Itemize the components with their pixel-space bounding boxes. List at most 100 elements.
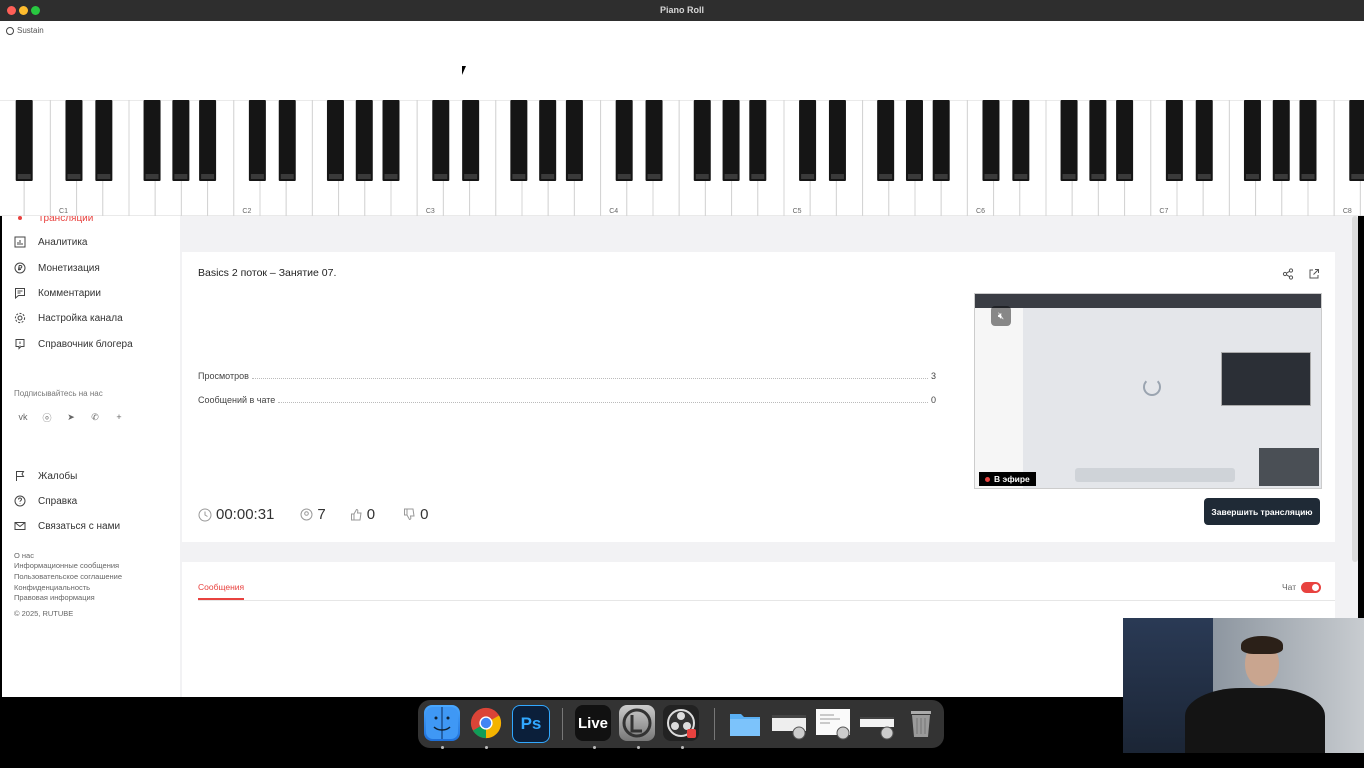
black-key[interactable] — [1195, 100, 1213, 181]
black-key[interactable] — [1060, 100, 1078, 181]
black-key[interactable] — [645, 100, 663, 181]
window-thumb-icon[interactable] — [815, 705, 851, 741]
octave-label: C4 — [609, 208, 618, 215]
black-key[interactable] — [982, 100, 1000, 181]
black-key-shade — [464, 174, 478, 179]
viber-icon[interactable]: ✆ — [88, 410, 102, 424]
black-key[interactable] — [615, 100, 633, 181]
black-key-shade — [17, 174, 31, 179]
piano-keyboard[interactable]: C1 C2 C3 C4 C5 C6 C7 C8 — [0, 100, 1364, 216]
black-key-shade — [280, 174, 294, 179]
black-key[interactable] — [326, 100, 344, 181]
black-key[interactable] — [15, 100, 33, 181]
black-key[interactable] — [1165, 100, 1183, 181]
loading-spinner-icon — [1143, 378, 1161, 396]
dislike-icon[interactable] — [403, 508, 416, 521]
black-key[interactable] — [510, 100, 528, 181]
chat-toggle[interactable] — [1301, 582, 1321, 593]
footer-link-legal[interactable]: Правовая информация — [14, 593, 95, 602]
finder-icon[interactable] — [424, 705, 460, 741]
footer-link-info[interactable]: Информационные сообщения — [14, 561, 119, 570]
window-thumb-icon[interactable] — [771, 705, 807, 741]
black-key[interactable] — [539, 100, 557, 181]
black-key[interactable] — [1272, 100, 1290, 181]
black-key[interactable] — [382, 100, 400, 181]
black-key[interactable] — [95, 100, 113, 181]
trash-icon[interactable] — [903, 705, 939, 741]
stream-preview[interactable]: 🔇︎ В эфире — [974, 293, 1322, 489]
mute-icon[interactable]: 🔇︎ — [991, 306, 1011, 326]
logic-icon[interactable] — [619, 705, 655, 741]
black-key[interactable] — [432, 100, 450, 181]
footer-link-about[interactable]: О нас — [14, 551, 34, 560]
octave-label: C1 — [59, 208, 68, 215]
black-key[interactable] — [355, 100, 373, 181]
sidebar-item-contact[interactable]: Связаться с нами — [14, 516, 120, 536]
sidebar-item-label: Настройка канала — [38, 312, 123, 324]
black-key[interactable] — [722, 100, 740, 181]
black-key[interactable] — [65, 100, 83, 181]
black-key-shade — [1091, 174, 1105, 179]
folder-icon[interactable] — [727, 705, 763, 741]
black-key-shade — [97, 174, 111, 179]
telegram-icon[interactable]: ➤ — [64, 410, 78, 424]
black-key-shade — [1118, 174, 1132, 179]
black-key[interactable] — [278, 100, 296, 181]
external-link-icon[interactable] — [1308, 267, 1320, 279]
sustain-radio[interactable] — [6, 26, 14, 35]
black-key[interactable] — [877, 100, 895, 181]
black-key-shade — [1014, 174, 1028, 179]
stat-label: Сообщений в чате — [198, 395, 276, 405]
window-thumb-icon[interactable] — [859, 705, 895, 741]
black-key[interactable] — [199, 100, 217, 181]
footer-link-agreement[interactable]: Пользовательское соглашение — [14, 572, 122, 581]
black-key[interactable] — [932, 100, 950, 181]
sidebar: Трансляции Аналитика Монетизация Коммент… — [2, 200, 180, 697]
photoshop-icon[interactable]: Ps — [512, 705, 550, 743]
like-icon[interactable] — [350, 508, 363, 521]
sidebar-item-comments[interactable]: Комментарии — [14, 283, 101, 303]
black-key[interactable] — [248, 100, 266, 181]
black-key[interactable] — [799, 100, 817, 181]
sidebar-item-label: Справочник блогера — [38, 338, 133, 350]
black-key[interactable] — [1116, 100, 1134, 181]
black-key[interactable] — [749, 100, 767, 181]
sustain-option[interactable]: Sustain — [6, 26, 44, 35]
plus-icon[interactable]: + — [112, 410, 126, 424]
obs-icon[interactable] — [663, 705, 699, 741]
end-stream-button[interactable]: Завершить трансляцию — [1204, 498, 1320, 525]
black-key[interactable] — [828, 100, 846, 181]
black-key-shade — [1062, 174, 1076, 179]
black-key[interactable] — [1349, 100, 1364, 181]
black-key[interactable] — [1299, 100, 1317, 181]
black-key-shade — [328, 174, 342, 179]
ok-icon[interactable]: ⓞ — [40, 410, 54, 424]
black-key[interactable] — [693, 100, 711, 181]
stream-card: Basics 2 поток – Занятие 07. Просмотров … — [182, 252, 1335, 542]
black-key[interactable] — [905, 100, 923, 181]
black-key[interactable] — [172, 100, 190, 181]
preview-inner-video — [1221, 352, 1311, 406]
black-key[interactable] — [1243, 100, 1261, 181]
black-key-shade — [145, 174, 159, 179]
black-key[interactable] — [565, 100, 583, 181]
sidebar-item-monetization[interactable]: Монетизация — [14, 258, 100, 278]
vk-icon[interactable]: vk — [16, 410, 30, 424]
sidebar-item-channel-settings[interactable]: Настройка канала — [14, 308, 123, 328]
black-key-shade — [357, 174, 371, 179]
share-icon[interactable] — [1282, 267, 1294, 280]
sidebar-item-complaints[interactable]: Жалобы — [14, 466, 77, 486]
black-key[interactable] — [1089, 100, 1107, 181]
sidebar-item-help[interactable]: Справка — [14, 491, 77, 511]
ableton-live-icon[interactable]: Live — [575, 705, 611, 741]
scrollbar[interactable] — [1352, 216, 1358, 562]
black-key[interactable] — [462, 100, 480, 181]
sidebar-item-blogger-guide[interactable]: Справочник блогера — [14, 334, 133, 354]
black-key[interactable] — [1012, 100, 1030, 181]
tab-messages[interactable]: Сообщения — [198, 582, 244, 592]
black-key-shade — [67, 174, 81, 179]
black-key[interactable] — [143, 100, 161, 181]
footer-link-privacy[interactable]: Конфиденциальность — [14, 583, 90, 592]
sidebar-item-analytics[interactable]: Аналитика — [14, 232, 88, 252]
chrome-icon[interactable] — [468, 705, 504, 741]
